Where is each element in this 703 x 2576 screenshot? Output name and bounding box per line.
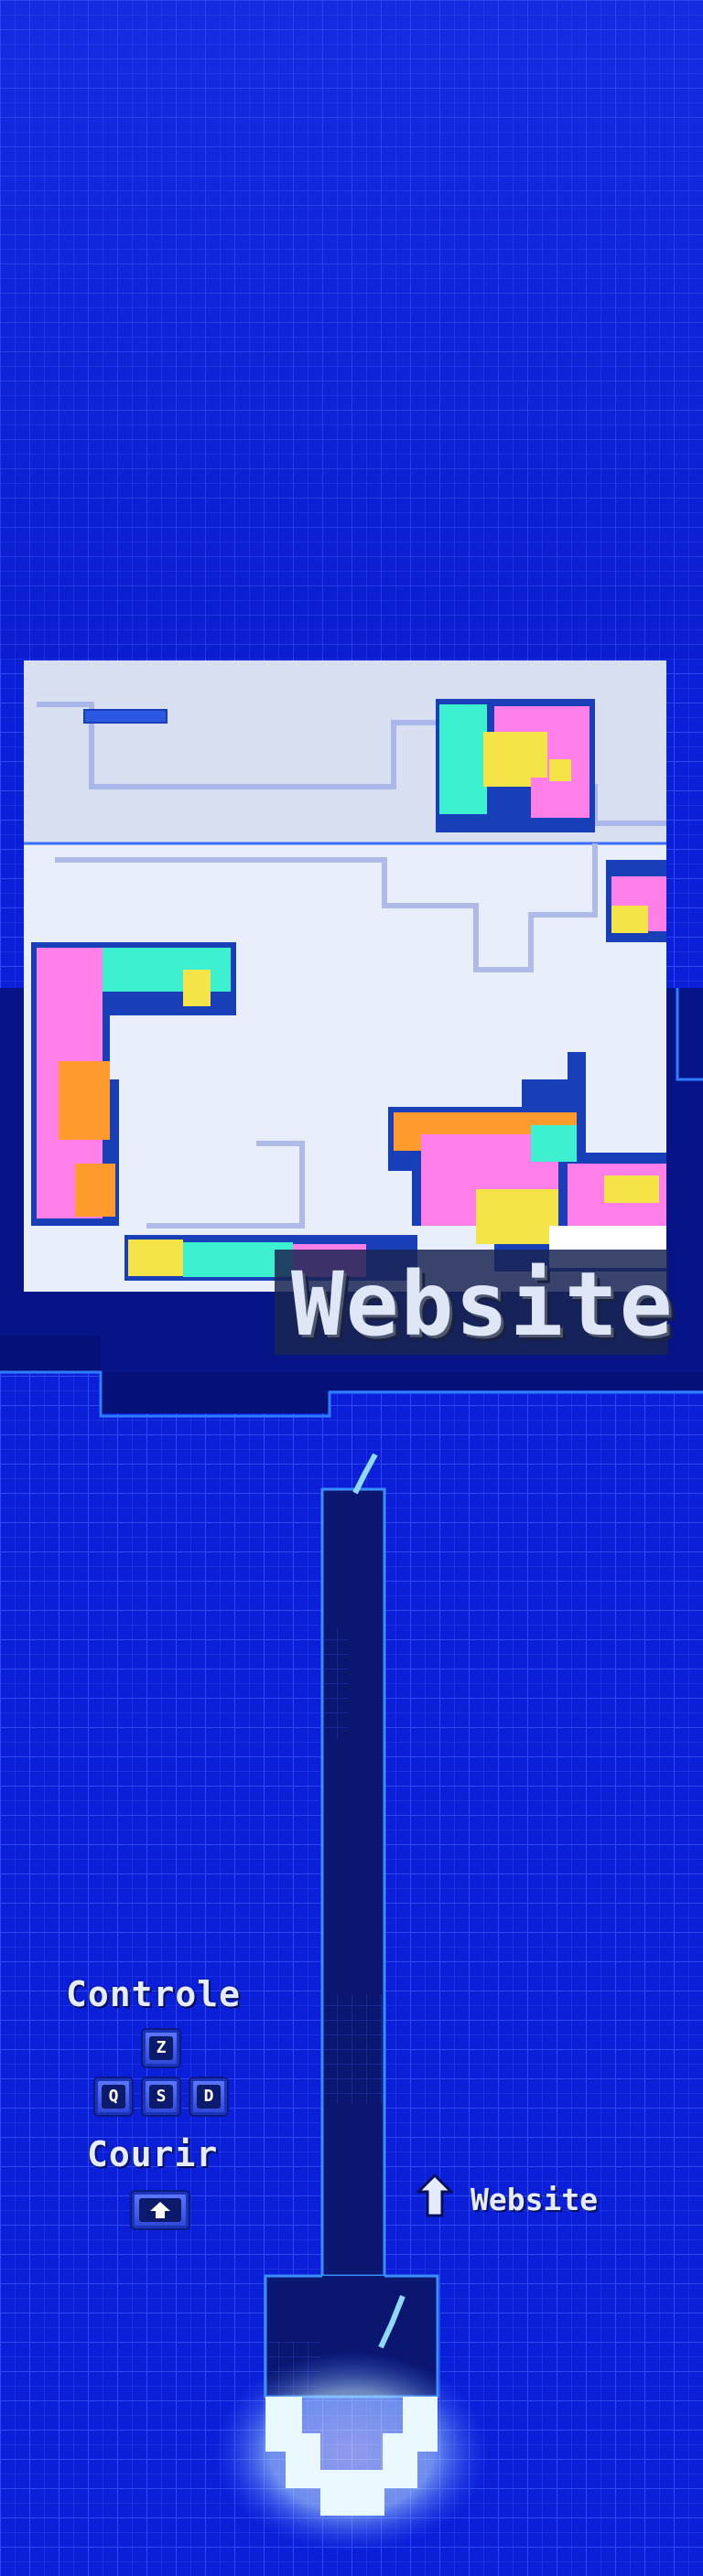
key-z: Z: [141, 2028, 181, 2068]
controls-label: Controle: [66, 1974, 242, 2014]
key-q: Q: [93, 2077, 134, 2117]
level-map: [24, 660, 668, 1355]
run-label: Courir: [87, 2134, 219, 2174]
overlay-title: Website: [291, 1253, 675, 1356]
shift-arrow-icon: [139, 2198, 181, 2222]
color-cluster-top: [436, 699, 595, 832]
glow-portal: [214, 2351, 489, 2552]
key-s: S: [141, 2077, 181, 2117]
up-arrow-icon: [416, 2174, 453, 2217]
shift-key: [130, 2190, 190, 2230]
color-cluster-right: [606, 860, 666, 942]
portal-website-label[interactable]: Website: [470, 2182, 598, 2217]
key-d: D: [189, 2077, 229, 2117]
